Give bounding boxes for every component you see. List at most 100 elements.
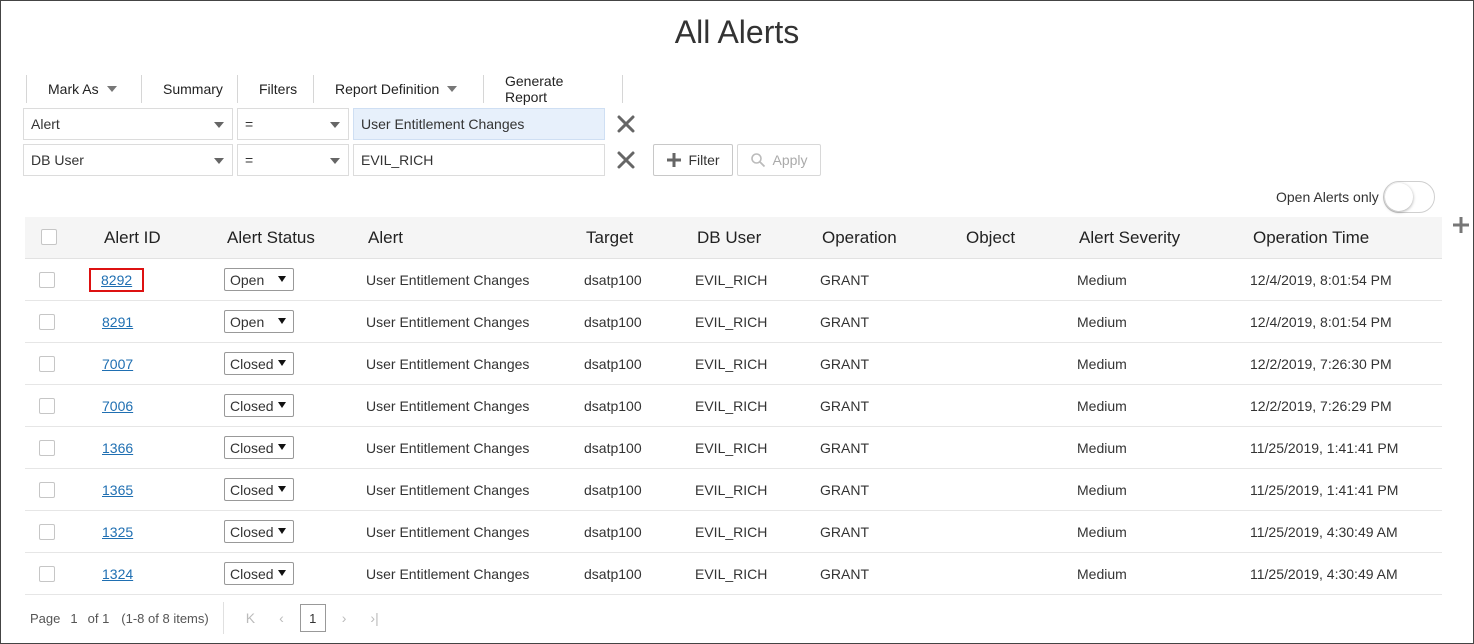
- chevron-down-icon: [330, 158, 340, 164]
- x-icon: [617, 151, 635, 169]
- target-cell: dsatp100: [584, 482, 642, 498]
- alert-id-link[interactable]: 1365: [102, 482, 133, 498]
- column-header-object[interactable]: Object: [966, 228, 1015, 248]
- table-row: 1366 Closed User Entitlement Changes dsa…: [25, 427, 1442, 469]
- row-checkbox[interactable]: [39, 566, 55, 582]
- column-header-alert-id[interactable]: Alert ID: [104, 228, 161, 248]
- alert-status-select[interactable]: Closed: [224, 520, 294, 543]
- target-cell: dsatp100: [584, 566, 642, 582]
- chevron-down-icon: [278, 444, 286, 450]
- mark-as-menu[interactable]: Mark As: [26, 75, 141, 103]
- column-header-db-user[interactable]: DB User: [697, 228, 761, 248]
- remove-filter-1-button[interactable]: [616, 114, 636, 134]
- filter-2-value-input[interactable]: EVIL_RICH: [353, 144, 605, 176]
- select-all-checkbox[interactable]: [41, 229, 57, 245]
- target-cell: dsatp100: [584, 356, 642, 372]
- alert-id-link[interactable]: 8291: [102, 314, 133, 330]
- alert-cell: User Entitlement Changes: [366, 482, 530, 498]
- alert-id-link[interactable]: 1324: [102, 566, 133, 582]
- operation-time-cell: 12/4/2019, 8:01:54 PM: [1250, 272, 1392, 288]
- alert-status-select[interactable]: Open: [224, 268, 294, 291]
- filter-1-field-select[interactable]: Alert: [23, 108, 233, 140]
- alert-status-value: Closed: [230, 565, 274, 582]
- operation-cell: GRANT: [820, 314, 869, 330]
- alert-cell: User Entitlement Changes: [366, 314, 530, 330]
- db-user-cell: EVIL_RICH: [695, 272, 768, 288]
- remove-filter-2-button[interactable]: [616, 150, 636, 170]
- alert-status-select[interactable]: Open: [224, 310, 294, 333]
- plus-icon: [1453, 217, 1469, 233]
- row-checkbox[interactable]: [39, 314, 55, 330]
- prev-page-icon[interactable]: ‹: [279, 610, 284, 626]
- toggle-knob: [1385, 183, 1413, 211]
- alert-id-link[interactable]: 1325: [102, 524, 133, 540]
- db-user-cell: EVIL_RICH: [695, 566, 768, 582]
- open-alerts-only-toggle[interactable]: [1383, 181, 1435, 213]
- row-checkbox[interactable]: [39, 440, 55, 456]
- page-number-button[interactable]: 1: [299, 604, 326, 632]
- operation-time-cell: 11/25/2019, 4:30:49 AM: [1250, 566, 1398, 582]
- operation-time-cell: 12/2/2019, 7:26:29 PM: [1250, 398, 1392, 414]
- operation-cell: GRANT: [820, 482, 869, 498]
- row-checkbox[interactable]: [39, 398, 55, 414]
- chevron-down-icon: [278, 360, 286, 366]
- filter-2-field-select[interactable]: DB User: [23, 144, 233, 176]
- filters-button[interactable]: Filters: [237, 75, 313, 103]
- report-definition-label: Report Definition: [335, 81, 440, 97]
- column-header-operation[interactable]: Operation: [822, 228, 897, 248]
- report-definition-menu[interactable]: Report Definition: [313, 75, 483, 103]
- column-header-alert-severity[interactable]: Alert Severity: [1079, 228, 1180, 248]
- column-header-target[interactable]: Target: [586, 228, 633, 248]
- alert-cell: User Entitlement Changes: [366, 272, 530, 288]
- severity-cell: Medium: [1077, 398, 1127, 414]
- apply-button[interactable]: Apply: [737, 144, 821, 176]
- operation-cell: GRANT: [820, 356, 869, 372]
- alert-id-link[interactable]: 7007: [102, 356, 133, 372]
- next-page-icon[interactable]: ›: [342, 610, 347, 626]
- filter-1-value-input[interactable]: User Entitlement Changes: [353, 108, 605, 140]
- filter-1-value-text: User Entitlement Changes: [361, 116, 525, 132]
- table-row: 7006 Closed User Entitlement Changes dsa…: [25, 385, 1442, 427]
- column-header-alert-status[interactable]: Alert Status: [227, 228, 315, 248]
- alert-status-select[interactable]: Closed: [224, 478, 294, 501]
- table-row: 8292 Open User Entitlement Changes dsatp…: [25, 259, 1442, 301]
- alert-id-link[interactable]: 7006: [102, 398, 133, 414]
- first-page-icon[interactable]: K: [246, 610, 255, 626]
- alert-status-select[interactable]: Closed: [224, 352, 294, 375]
- operation-cell: GRANT: [820, 272, 869, 288]
- filter-2-operator-value: =: [245, 152, 254, 168]
- add-filter-button[interactable]: Filter: [653, 144, 733, 176]
- filter-2-operator-select[interactable]: =: [237, 144, 349, 176]
- severity-cell: Medium: [1077, 566, 1127, 582]
- alert-status-value: Open: [230, 313, 265, 330]
- plus-icon: [667, 153, 682, 167]
- chevron-down-icon: [447, 86, 458, 92]
- summary-label: Summary: [163, 81, 223, 97]
- db-user-cell: EVIL_RICH: [695, 398, 768, 414]
- row-checkbox[interactable]: [39, 272, 55, 288]
- summary-button[interactable]: Summary: [141, 75, 237, 103]
- add-column-button[interactable]: [1452, 216, 1470, 234]
- row-checkbox[interactable]: [39, 482, 55, 498]
- alert-status-select[interactable]: Closed: [224, 562, 294, 585]
- alert-id-link[interactable]: 1366: [102, 440, 133, 456]
- column-header-alert[interactable]: Alert: [368, 228, 403, 248]
- db-user-cell: EVIL_RICH: [695, 314, 768, 330]
- column-header-operation-time[interactable]: Operation Time: [1253, 228, 1369, 248]
- alert-status-select[interactable]: Closed: [224, 436, 294, 459]
- last-page-icon[interactable]: ›|: [370, 610, 378, 626]
- alert-cell: User Entitlement Changes: [366, 524, 530, 540]
- alert-id-link[interactable]: 8292: [88, 268, 145, 292]
- target-cell: dsatp100: [584, 398, 642, 414]
- chevron-down-icon: [214, 122, 224, 128]
- page-title: All Alerts: [674, 14, 800, 50]
- row-checkbox[interactable]: [39, 356, 55, 372]
- generate-report-button[interactable]: Generate Report: [483, 73, 623, 105]
- add-filter-label: Filter: [688, 152, 720, 168]
- alert-status-select[interactable]: Closed: [224, 394, 294, 417]
- open-alerts-only-label: Open Alerts only: [1276, 189, 1379, 205]
- operation-cell: GRANT: [820, 398, 869, 414]
- filter-1-operator-select[interactable]: =: [237, 108, 349, 140]
- row-checkbox[interactable]: [39, 524, 55, 540]
- alert-status-value: Closed: [230, 439, 274, 456]
